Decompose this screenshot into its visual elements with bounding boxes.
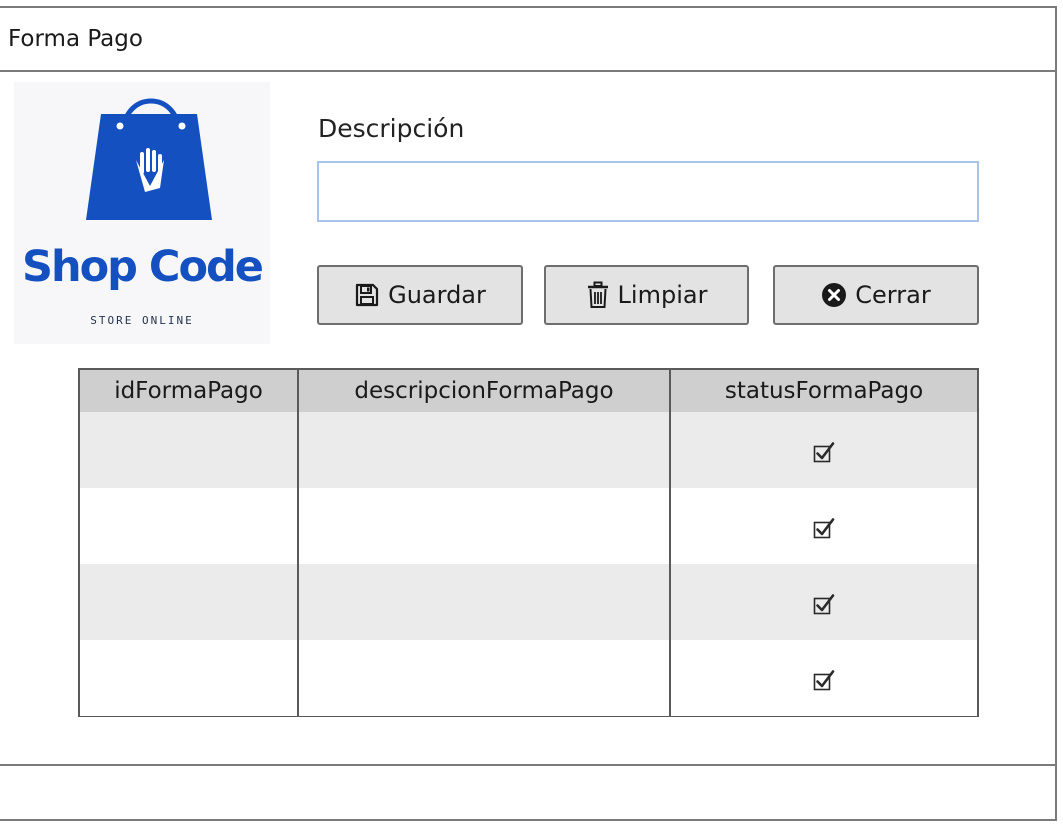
- cell-descripcion[interactable]: [298, 640, 671, 716]
- cell-id[interactable]: [80, 640, 299, 716]
- cell-status[interactable]: [670, 412, 977, 488]
- forma-pago-table: idFormaPago descripcionFormaPago statusF…: [78, 368, 979, 717]
- cell-status[interactable]: [670, 640, 977, 716]
- table-row[interactable]: [80, 412, 977, 488]
- cell-descripcion[interactable]: [298, 564, 671, 640]
- checkbox-checked-icon[interactable]: [813, 593, 835, 615]
- save-button-label: Guardar: [388, 281, 486, 309]
- shopping-bag-icon: [86, 98, 212, 220]
- table-row[interactable]: [80, 564, 977, 640]
- close-circle-icon: [821, 282, 847, 308]
- checkbox-checked-icon[interactable]: [813, 517, 835, 539]
- cell-id[interactable]: [80, 412, 299, 488]
- logo-subtitle: STORE ONLINE: [90, 314, 194, 327]
- column-header-descripcion[interactable]: descripcionFormaPago: [298, 370, 671, 412]
- clear-button-label: Limpiar: [617, 281, 708, 309]
- description-input[interactable]: [317, 161, 979, 222]
- shop-code-logo: Shop Code STORE ONLINE: [14, 82, 270, 344]
- table-row[interactable]: [80, 488, 977, 564]
- cell-descripcion[interactable]: [298, 412, 671, 488]
- table-header-row: idFormaPago descripcionFormaPago statusF…: [80, 370, 977, 412]
- description-label: Descripción: [318, 114, 465, 143]
- column-header-id[interactable]: idFormaPago: [80, 370, 299, 412]
- checkbox-checked-icon[interactable]: [813, 441, 835, 463]
- table-row[interactable]: [80, 640, 977, 716]
- window-footer-divider: [0, 764, 1055, 766]
- cell-status[interactable]: [670, 488, 977, 564]
- cell-id[interactable]: [80, 488, 299, 564]
- close-button[interactable]: Cerrar: [773, 265, 979, 325]
- cell-descripcion[interactable]: [298, 488, 671, 564]
- cell-status[interactable]: [670, 564, 977, 640]
- window-titlebar: Forma Pago: [0, 8, 1055, 72]
- window-title: Forma Pago: [8, 26, 143, 52]
- save-button[interactable]: Guardar: [317, 265, 523, 325]
- cell-id[interactable]: [80, 564, 299, 640]
- checkbox-checked-icon[interactable]: [813, 669, 835, 691]
- column-header-status[interactable]: statusFormaPago: [670, 370, 977, 412]
- close-button-label: Cerrar: [855, 281, 931, 309]
- logo-title: Shop Code: [22, 242, 264, 292]
- floppy-disk-icon: [354, 282, 380, 308]
- trash-icon: [586, 281, 610, 309]
- clear-button[interactable]: Limpiar: [544, 265, 749, 325]
